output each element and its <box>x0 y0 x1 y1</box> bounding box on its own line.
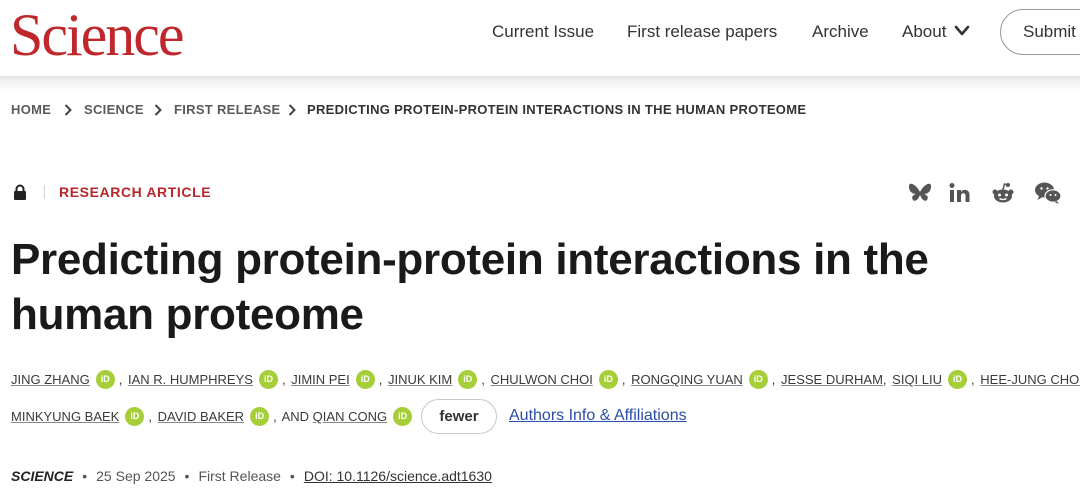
breadcrumb-first-release[interactable]: FIRST RELEASE <box>174 102 280 118</box>
authors-info-affiliations-link[interactable]: Authors Info & Affiliations <box>509 407 687 425</box>
author-separator: , <box>882 371 887 387</box>
author-link[interactable]: JIMIN PEI <box>291 372 350 387</box>
orcid-icon[interactable]: iD <box>125 407 145 426</box>
chevron-right-icon <box>154 104 162 116</box>
divider <box>44 185 45 199</box>
header-shadow <box>0 76 1080 94</box>
chevron-right-icon <box>288 104 296 116</box>
breadcrumb-current: PREDICTING PROTEIN-PROTEIN INTERACTIONS … <box>307 102 807 117</box>
site-header: Science Current Issue First release pape… <box>0 0 1080 76</box>
and-label: AND <box>281 408 310 424</box>
orcid-icon[interactable]: iD <box>95 370 115 389</box>
orcid-icon[interactable]: iD <box>393 407 413 426</box>
orcid-icon[interactable]: iD <box>598 370 618 389</box>
author-separator: , <box>148 408 152 424</box>
orcid-icon[interactable]: iD <box>948 370 968 389</box>
lock-icon <box>14 184 26 200</box>
breadcrumb-home[interactable]: HOME <box>11 102 51 118</box>
meta-separator: • <box>184 468 190 484</box>
linkedin-icon[interactable] <box>949 181 971 205</box>
author-link[interactable]: JESSE DURHAM <box>781 372 883 387</box>
author-separator: , <box>621 371 626 387</box>
author-link[interactable]: DAVID BAKER <box>158 409 244 424</box>
author-link[interactable]: JING ZHANG <box>11 372 90 387</box>
author-separator: , <box>481 371 485 387</box>
publication-date: 25 Sep 2025 <box>96 468 176 484</box>
author-separator: , <box>281 371 286 387</box>
fewer-authors-button[interactable]: fewer <box>421 399 497 434</box>
breadcrumb-science[interactable]: SCIENCE <box>84 102 144 118</box>
orcid-icon[interactable]: iD <box>458 370 478 389</box>
author-link[interactable]: JINUK KIM <box>388 372 452 387</box>
author-link[interactable]: RONGQING YUAN <box>631 372 743 387</box>
author-link[interactable]: CHULWON CHOI <box>491 372 593 387</box>
nav-archive[interactable]: Archive <box>812 22 869 42</box>
author-link[interactable]: MINKYUNG BAEK <box>11 409 119 424</box>
author-link[interactable]: IAN R. HUMPHREYS <box>128 372 253 387</box>
wechat-icon[interactable] <box>1034 181 1062 205</box>
nav-current-issue[interactable]: Current Issue <box>492 22 594 42</box>
author-link[interactable]: QIAN CONG <box>313 409 387 424</box>
article-meta: SCIENCE • 25 Sep 2025 • First Release • DOI: 1… <box>11 468 492 484</box>
author-list: JING ZHANG iD, IAN R. HUMPHREYS iD, JIMIN … <box>11 370 1080 390</box>
reddit-icon[interactable] <box>991 181 1015 205</box>
journal-name: SCIENCE <box>11 468 74 484</box>
author-separator: , <box>971 371 975 387</box>
author-link[interactable]: SIQI LIU <box>892 372 942 387</box>
submit-button[interactable]: Submit <box>1000 9 1080 55</box>
orcid-icon[interactable]: iD <box>258 370 278 389</box>
article-type: RESEARCH ARTICLE <box>59 184 212 200</box>
chevron-down-icon[interactable] <box>954 24 970 38</box>
science-logo[interactable]: Science <box>10 0 185 70</box>
bluesky-icon[interactable] <box>907 181 933 205</box>
nav-about[interactable]: About <box>902 22 946 42</box>
orcid-icon[interactable]: iD <box>250 407 270 426</box>
author-separator: , <box>273 408 277 424</box>
meta-separator: • <box>82 468 88 484</box>
nav-first-release-papers[interactable]: First release papers <box>627 22 777 42</box>
chevron-right-icon <box>64 104 72 116</box>
release-status: First Release <box>198 468 281 484</box>
author-link[interactable]: HEE-JUNG CHOI <box>980 372 1080 387</box>
orcid-icon[interactable]: iD <box>355 370 375 389</box>
orcid-icon[interactable]: iD <box>748 370 768 389</box>
meta-separator: • <box>289 468 295 484</box>
doi-link[interactable]: DOI: 10.1126/science.adt1630 <box>304 468 492 484</box>
author-separator: , <box>771 371 776 387</box>
author-separator: , <box>378 371 383 387</box>
author-separator: , <box>118 371 123 387</box>
article-title: Predicting protein-protein interactions … <box>11 235 929 339</box>
